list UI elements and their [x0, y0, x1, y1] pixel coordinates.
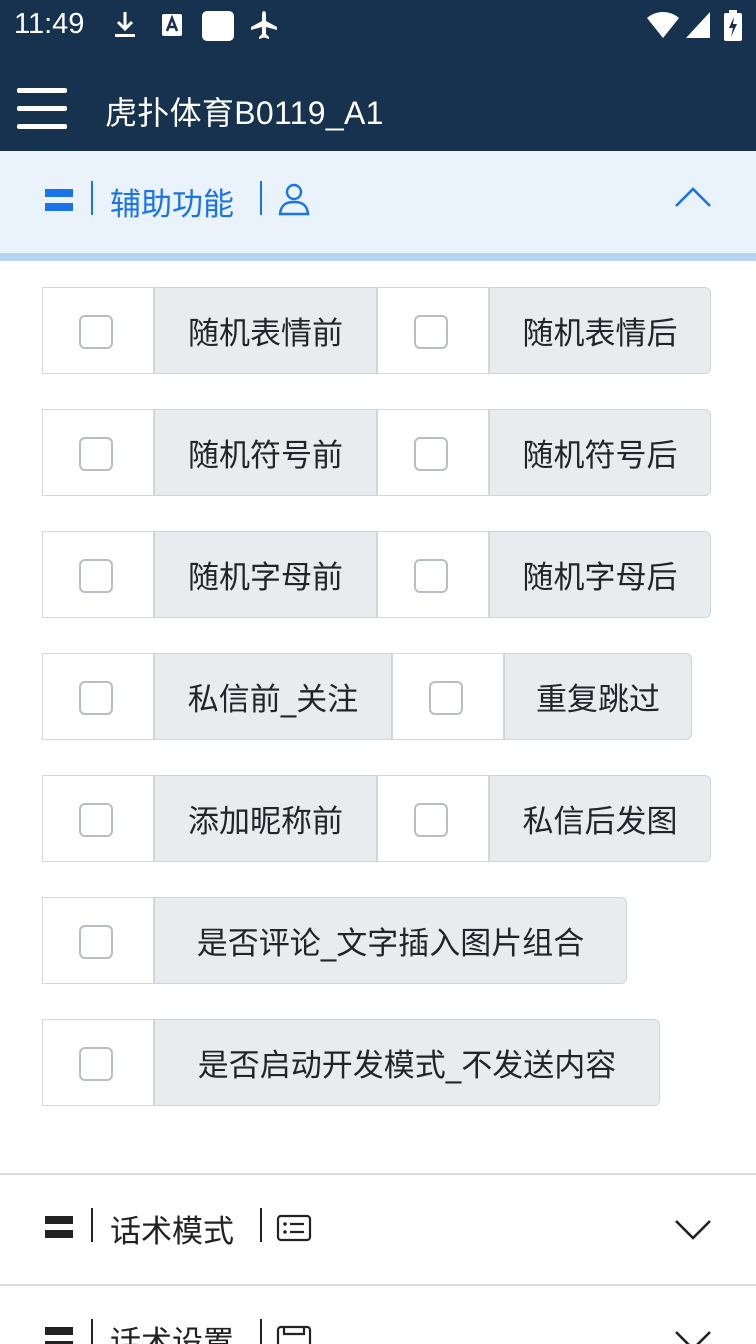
separator	[91, 1208, 93, 1242]
checkbox-cell[interactable]	[377, 531, 489, 618]
status-time: 11:49	[14, 8, 85, 40]
divider	[0, 1284, 756, 1286]
option-row: 添加昵称前 私信后发图	[42, 775, 711, 862]
option-row: 是否评论_文字插入图片组合	[42, 897, 627, 984]
option-row: 随机表情前 随机表情后	[42, 287, 711, 374]
checkbox[interactable]	[79, 559, 113, 593]
checkbox[interactable]	[79, 925, 113, 959]
option-label: 随机字母后	[489, 531, 711, 618]
battery-icon	[724, 10, 742, 41]
section-header-script-mode[interactable]: 话术模式	[0, 1178, 756, 1278]
checkbox[interactable]	[79, 315, 113, 349]
chevron-down-icon[interactable]	[674, 1218, 712, 1242]
section-title: 话术模式	[110, 1214, 234, 1250]
checkbox[interactable]	[414, 315, 448, 349]
option-row: 随机字母前 随机字母后	[42, 531, 711, 618]
divider	[0, 1173, 756, 1175]
chevron-down-icon[interactable]	[674, 1329, 712, 1344]
option-label: 随机表情后	[489, 287, 711, 374]
save-card-icon	[276, 1325, 312, 1344]
checkbox-cell[interactable]	[377, 775, 489, 862]
option-label: 私信前_关注	[154, 653, 392, 740]
checkbox-cell[interactable]	[42, 287, 154, 374]
panel-icon	[45, 1327, 73, 1344]
checkbox[interactable]	[79, 803, 113, 837]
panel-icon	[45, 1216, 73, 1238]
person-icon	[278, 183, 310, 216]
option-label: 随机表情前	[154, 287, 377, 374]
checkbox-cell[interactable]	[42, 897, 154, 984]
checkbox-cell[interactable]	[42, 531, 154, 618]
separator	[260, 1208, 262, 1242]
status-bar: 11:49	[0, 0, 756, 52]
separator	[91, 1319, 93, 1344]
checkbox[interactable]	[79, 437, 113, 471]
section-title: 辅助功能	[110, 187, 234, 223]
separator	[260, 1319, 262, 1344]
signal-icon	[686, 12, 710, 38]
checkbox[interactable]	[79, 681, 113, 715]
checkbox-cell[interactable]	[377, 409, 489, 496]
app-bar: 虎扑体育B0119_A1	[0, 52, 756, 151]
checkbox[interactable]	[414, 803, 448, 837]
chevron-up-icon[interactable]	[674, 185, 712, 209]
checkbox-cell[interactable]	[377, 287, 489, 374]
section-header-auxiliary[interactable]: 辅助功能	[0, 151, 756, 261]
option-label: 是否启动开发模式_不发送内容	[154, 1019, 660, 1106]
download-icon	[115, 12, 135, 37]
checkbox[interactable]	[79, 1047, 113, 1081]
section-header-script-settings[interactable]: 话术设置	[0, 1289, 756, 1344]
option-label: 随机字母前	[154, 531, 377, 618]
option-label: 私信后发图	[489, 775, 711, 862]
option-row: 是否启动开发模式_不发送内容	[42, 1019, 660, 1106]
checkbox[interactable]	[429, 681, 463, 715]
section-title: 话术设置	[110, 1325, 234, 1344]
checkbox-cell[interactable]	[392, 653, 504, 740]
list-card-icon	[276, 1214, 312, 1242]
checkbox[interactable]	[414, 437, 448, 471]
app-title: 虎扑体育B0119_A1	[105, 95, 384, 131]
option-row: 私信前_关注 重复跳过	[42, 653, 692, 740]
separator	[260, 181, 262, 215]
panel-icon	[45, 189, 73, 211]
option-label: 随机符号后	[489, 409, 711, 496]
hamburger-menu-icon[interactable]	[17, 88, 67, 130]
airplane-icon	[251, 11, 277, 39]
checkbox-cell[interactable]	[42, 409, 154, 496]
option-row: 随机符号前 随机符号后	[42, 409, 711, 496]
a-badge-icon	[162, 14, 182, 36]
option-label: 添加昵称前	[154, 775, 377, 862]
separator	[91, 181, 93, 215]
checkbox-cell[interactable]	[42, 1019, 154, 1106]
checkbox-cell[interactable]	[42, 775, 154, 862]
option-label: 重复跳过	[504, 653, 692, 740]
option-label: 随机符号前	[154, 409, 377, 496]
square-icon	[202, 11, 234, 41]
checkbox-cell[interactable]	[42, 653, 154, 740]
wifi-icon	[647, 12, 679, 38]
checkbox[interactable]	[414, 559, 448, 593]
option-label: 是否评论_文字插入图片组合	[154, 897, 627, 984]
